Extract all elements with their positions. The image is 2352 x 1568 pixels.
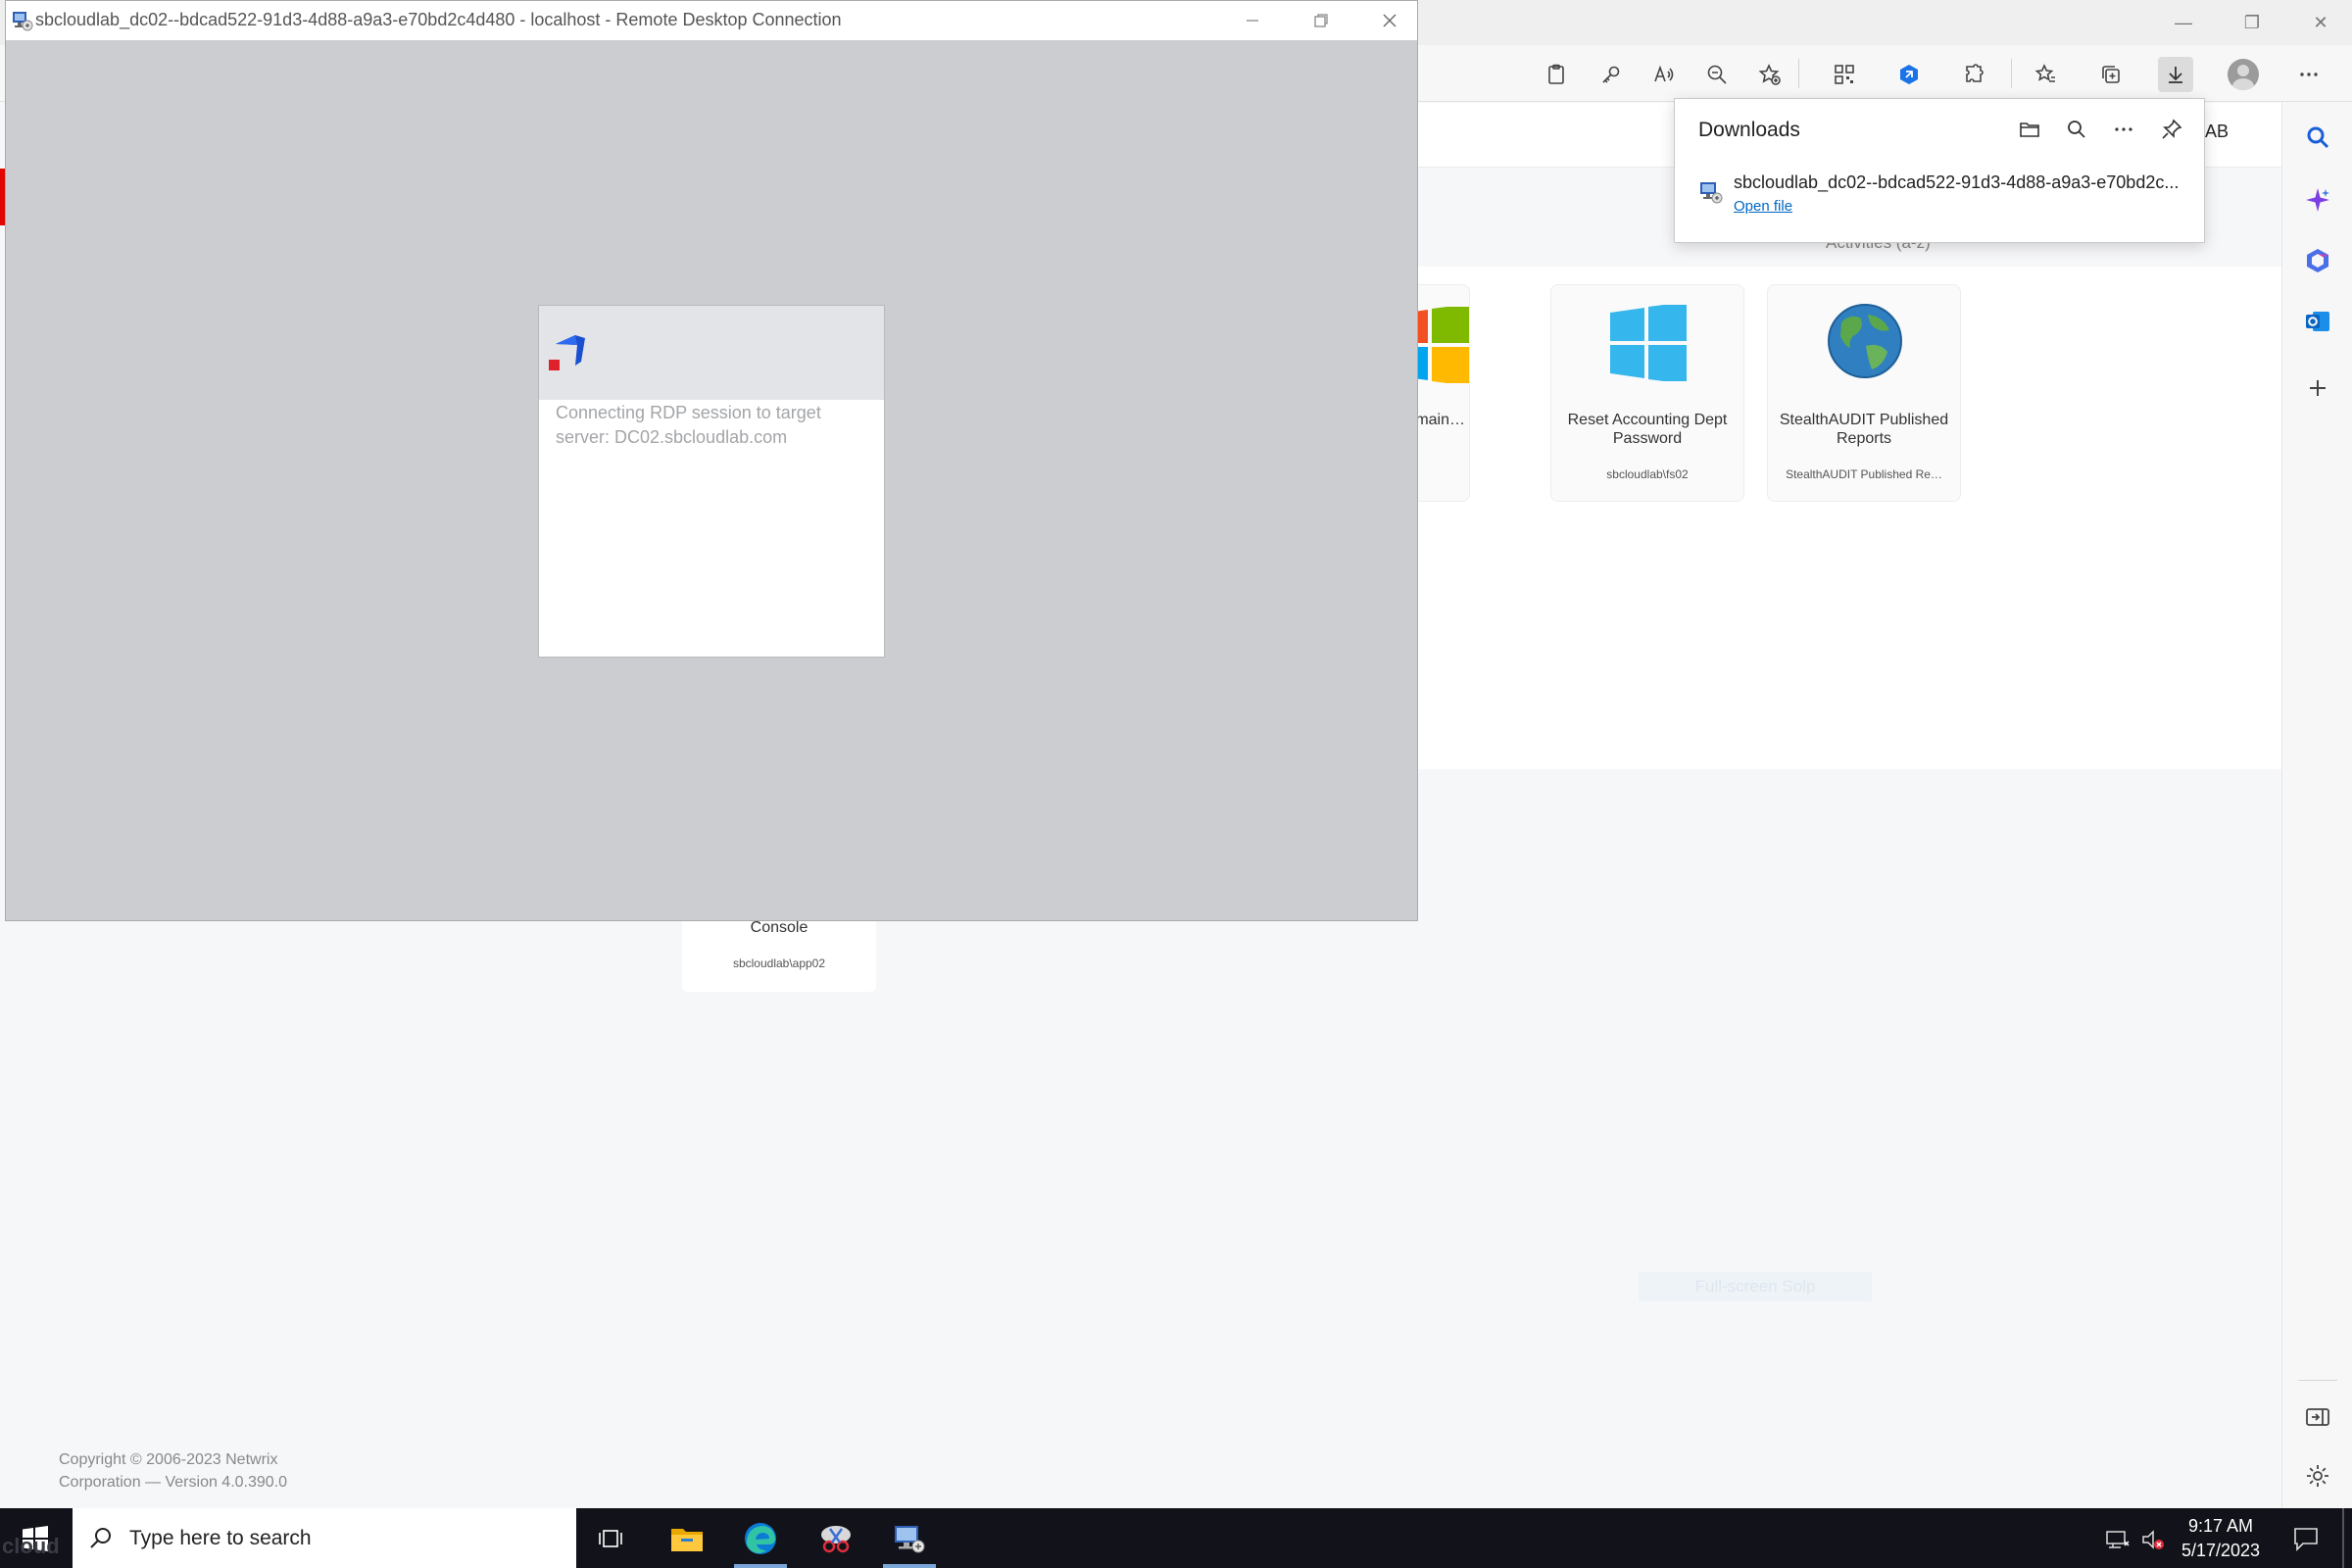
search-downloads-icon[interactable] (2060, 113, 2093, 146)
desktop-watermark-text: cloud (2, 1534, 60, 1558)
read-aloud-icon[interactable] (1646, 57, 1682, 92)
collections-icon[interactable] (2093, 57, 2129, 92)
hide-sidebar-icon[interactable] (2302, 1401, 2333, 1433)
downloads-icon[interactable] (2158, 57, 2193, 92)
tile-subtitle: sbcloudlab\fs02 (1606, 467, 1689, 481)
full-screen-button[interactable]: Full-screen Solp (1639, 1272, 1872, 1301)
settings-gear-icon[interactable] (2302, 1460, 2333, 1492)
netwrix-logo-icon (549, 335, 585, 370)
open-folder-icon[interactable] (2013, 113, 2046, 146)
rdp-file-icon (1700, 182, 1723, 204)
remote-desktop-icon (895, 1525, 925, 1552)
show-desktop-button[interactable] (2342, 1508, 2344, 1568)
windows-taskbar: Type here to search 9:17 AM 5/17/2023 (0, 1508, 2352, 1568)
taskbar-search-box[interactable]: Type here to search (73, 1508, 576, 1568)
key-icon[interactable] (1593, 57, 1629, 92)
close-icon[interactable] (1355, 1, 1424, 40)
more-options-icon[interactable] (2291, 57, 2327, 92)
task-view-icon (599, 1529, 622, 1547)
notification-center-icon[interactable] (2291, 1524, 2321, 1553)
taskbar-snipping-tool[interactable] (802, 1508, 870, 1568)
activities-panel: r Windows s for Domain… esources Reset A… (1276, 267, 2281, 769)
clock-date: 5/17/2023 (2180, 1541, 2261, 1560)
clock-time: 9:17 AM (2187, 1516, 2254, 1536)
dialog-header (539, 306, 884, 400)
rdp-titlebar[interactable]: sbcloudlab_dc02--bdcad522-91d3-4d88-a9a3… (6, 1, 1417, 40)
minimize-icon[interactable] (1218, 1, 1287, 40)
restore-icon[interactable] (1287, 1, 1355, 40)
rdp-connecting-dialog: Connecting RDP session to target server:… (538, 305, 885, 658)
file-explorer-icon (671, 1528, 703, 1551)
header-user-initials[interactable]: AB (2205, 122, 2229, 142)
toolbar-separator (1798, 59, 1799, 88)
copilot-sparkle-icon[interactable] (2302, 184, 2333, 216)
minimize-icon[interactable]: — (2149, 6, 2218, 39)
search-placeholder: Type here to search (129, 1527, 312, 1549)
downloads-title: Downloads (1698, 119, 1800, 141)
profile-avatar-icon[interactable] (2228, 59, 2259, 90)
close-icon[interactable]: ✕ (2286, 6, 2352, 39)
search-icon (90, 1528, 111, 1548)
remote-desktop-app-icon (13, 12, 33, 31)
toolbar-separator (2011, 59, 2012, 88)
more-options-icon[interactable] (2107, 113, 2140, 146)
office-icon[interactable] (2302, 245, 2333, 276)
activity-tile-reset-accounting-password[interactable]: Reset Accounting Dept Password sbcloudla… (1550, 284, 1744, 502)
download-file-name[interactable]: sbcloudlab_dc02--bdcad522-91d3-4d88-a9a3… (1734, 172, 2184, 193)
extensions-puzzle-icon[interactable] (1956, 57, 1991, 92)
tile-subtitle: StealthAUDIT Published Re… (1786, 467, 1942, 481)
restore-icon[interactable]: ❐ (2218, 6, 2286, 39)
tile-title: Console (750, 919, 808, 936)
tile-title: StealthAUDIT Published Reports (1779, 412, 1949, 447)
connecting-message: Connecting RDP session to target server:… (556, 403, 821, 447)
taskbar-file-explorer[interactable] (653, 1508, 721, 1568)
outlook-icon[interactable] (2302, 306, 2333, 337)
tile-title: Reset Accounting Dept Password (1567, 412, 1728, 447)
taskbar-edge[interactable] (726, 1508, 795, 1568)
zoom-out-icon[interactable] (1699, 57, 1735, 92)
pin-icon[interactable] (2155, 113, 2188, 146)
tile-subtitle: sbcloudlab\app02 (732, 956, 826, 970)
taskbar-clock[interactable]: 9:17 AM 5/17/2023 (2156, 1514, 2285, 1563)
task-view-button[interactable] (576, 1508, 645, 1568)
rdp-window-title: sbcloudlab_dc02--bdcad522-91d3-4d88-a9a3… (35, 10, 842, 29)
add-icon[interactable] (2302, 372, 2333, 404)
windows-logo-icon (1610, 305, 1687, 381)
open-file-link[interactable]: Open file (1734, 198, 1792, 215)
copyright-text: Copyright © 2006-2023 Netwrix Corporatio… (59, 1451, 288, 1491)
downloads-flyout: Downloads sbcloudlab_dc02--bdcad522-91d3… (1674, 98, 2205, 243)
clipboard-icon[interactable] (1539, 57, 1574, 92)
network-icon[interactable] (2105, 1528, 2131, 1551)
add-favorite-icon[interactable] (1752, 57, 1788, 92)
activity-tile-stealthaudit-reports[interactable]: StealthAUDIT Published Reports StealthAU… (1767, 284, 1961, 502)
globe-icon (1828, 304, 1902, 378)
favorites-icon[interactable] (2029, 57, 2064, 92)
edge-sidebar (2281, 102, 2352, 1508)
search-icon[interactable] (2302, 122, 2333, 153)
sidebar-divider (2298, 1380, 2337, 1381)
qr-code-icon[interactable] (1827, 57, 1862, 92)
snipping-tool-icon (821, 1525, 851, 1552)
edge-browser-icon (745, 1522, 776, 1554)
extension-hexagon-icon[interactable] (1891, 57, 1927, 92)
remote-desktop-window[interactable]: sbcloudlab_dc02--bdcad522-91d3-4d88-a9a3… (5, 0, 1418, 921)
taskbar-remote-desktop[interactable] (875, 1508, 944, 1568)
